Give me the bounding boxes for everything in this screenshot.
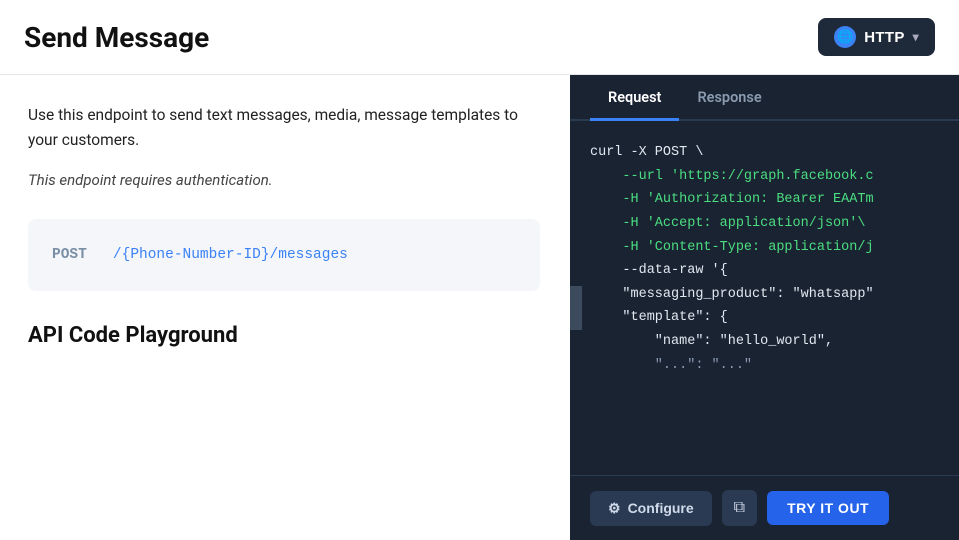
configure-button[interactable]: ⚙ Configure	[590, 491, 712, 526]
tab-request[interactable]: Request	[590, 75, 679, 121]
endpoint-code-block: POST /{Phone-Number-ID}/messages	[28, 219, 540, 291]
code-display: curl -X POST \ --url 'https://graph.face…	[570, 121, 959, 475]
code-line: "template": {	[590, 306, 939, 330]
page-title: Send Message	[24, 21, 209, 54]
copy-icon: ⧉	[734, 499, 745, 516]
section-title: API Code Playground	[28, 323, 540, 348]
left-panel: Use this endpoint to send text messages,…	[0, 75, 570, 540]
auth-note: This endpoint requires authentication.	[28, 169, 540, 192]
code-line: -H 'Accept: application/json'\	[590, 212, 939, 236]
footer-actions: ⚙ Configure ⧉ TRY IT OUT	[570, 475, 959, 540]
code-line: --url 'https://graph.facebook.c	[590, 165, 939, 189]
code-line: -H 'Content-Type: application/j	[590, 236, 939, 260]
main-content: Use this endpoint to send text messages,…	[0, 75, 959, 540]
endpoint-description: Use this endpoint to send text messages,…	[28, 103, 540, 153]
code-line: curl -X POST \	[590, 141, 939, 165]
code-line: --data-raw '{	[590, 259, 939, 283]
http-dropdown-button[interactable]: 🌐 HTTP ▾	[818, 18, 935, 56]
chevron-down-icon: ▾	[913, 30, 919, 44]
copy-button[interactable]: ⧉	[722, 490, 757, 526]
configure-label: Configure	[628, 500, 694, 516]
endpoint-path-label: /{Phone-Number-ID}/messages	[113, 247, 348, 263]
right-panel: ‹ Request Response curl -X POST \ --url …	[570, 75, 959, 540]
page-header: Send Message 🌐 HTTP ▾	[0, 0, 959, 75]
gear-icon: ⚙	[608, 500, 621, 517]
globe-icon: 🌐	[834, 26, 856, 48]
http-method-label: POST	[52, 247, 87, 263]
tab-response[interactable]: Response	[679, 75, 779, 121]
code-line: "name": "hello_world",	[590, 330, 939, 354]
try-it-out-button[interactable]: TRY IT OUT	[767, 491, 889, 525]
code-line: "...": "..."	[590, 354, 939, 378]
collapse-panel-button[interactable]: ‹	[570, 286, 582, 330]
code-line: "messaging_product": "whatsapp"	[590, 283, 939, 307]
request-response-tabs: Request Response	[570, 75, 959, 121]
http-dropdown-label: HTTP	[864, 29, 904, 46]
code-line: -H 'Authorization: Bearer EAATm	[590, 188, 939, 212]
